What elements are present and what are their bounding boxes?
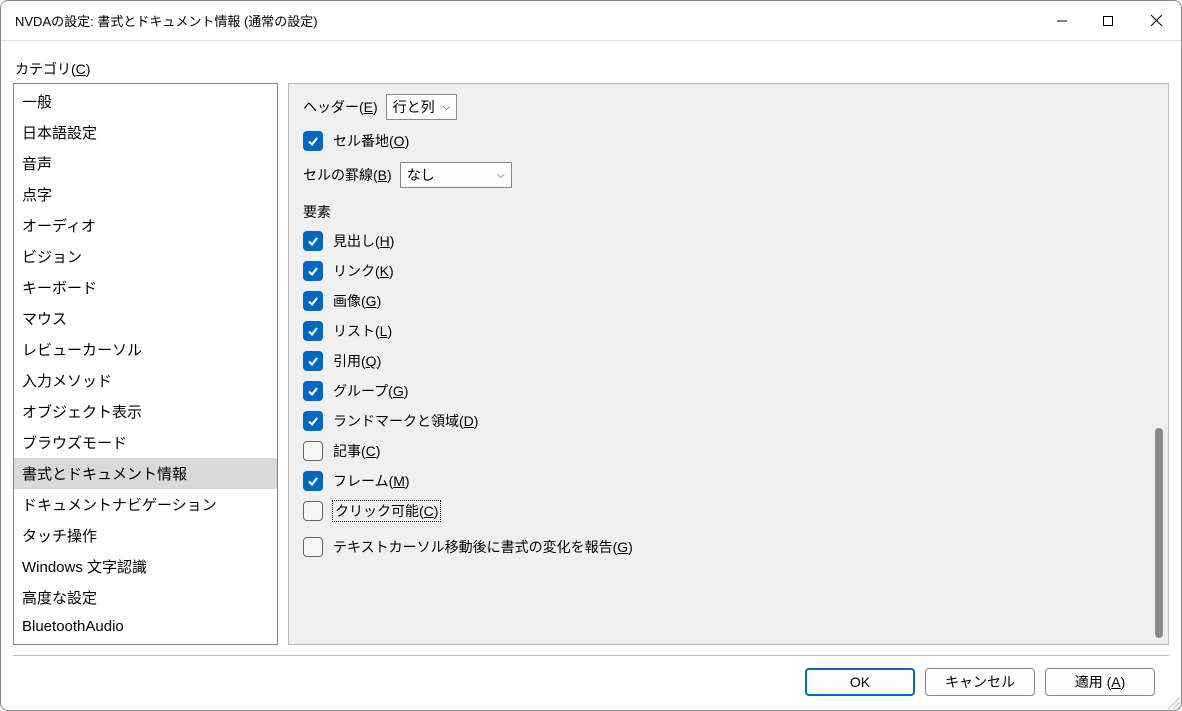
header-label: ヘッダー(E) (303, 97, 378, 117)
link-checkbox[interactable]: リンク(K) (303, 256, 1136, 286)
checkbox-label: リスト(L) (333, 321, 392, 341)
sidebar-item[interactable]: タッチ操作 (14, 520, 277, 551)
sidebar-item[interactable]: オブジェクト表示 (14, 396, 277, 427)
header-row: ヘッダー(E) 行と列 ⌵ (303, 94, 1136, 120)
elements-group-label: 要素 (303, 202, 1136, 222)
cell-coord-checkbox[interactable]: セル番地(O) (303, 126, 1136, 156)
checkbox-label: 記事(C) (333, 441, 380, 461)
checkbox-icon (303, 351, 323, 371)
sidebar-item[interactable]: 高度な設定 (14, 582, 277, 613)
apply-button[interactable]: 適用 (A) (1045, 668, 1155, 696)
checkbox-icon (303, 381, 323, 401)
sidebar-item[interactable]: ドキュメントナビゲーション (14, 489, 277, 520)
checkbox-label: 引用(Q) (333, 351, 381, 371)
checkbox-icon (303, 501, 323, 521)
checkbox-label: リンク(K) (333, 261, 394, 281)
group-checkbox[interactable]: グループ(G) (303, 376, 1136, 406)
checkbox-icon (303, 537, 323, 557)
checkbox-icon (303, 471, 323, 491)
checkbox-icon (303, 321, 323, 341)
checkbox-label: セル番地(O) (333, 131, 409, 151)
clickable-checkbox[interactable]: クリック可能(C) (303, 496, 1136, 526)
window-title: NVDAの設定: 書式とドキュメント情報 (通常の設定) (15, 11, 1039, 30)
settings-panel: ヘッダー(E) 行と列 ⌵ セル番地(O) セルの罫線(B) なし ⌵ 要素 見… (288, 83, 1169, 645)
report-after-cursor-checkbox[interactable]: テキストカーソル移動後に書式の変化を報告(G) (303, 532, 1136, 562)
checkbox-label: 見出し(H) (333, 231, 394, 251)
sidebar-item[interactable]: BluetoothAudio (14, 613, 277, 640)
scrollbar-thumb[interactable] (1155, 428, 1163, 638)
checkbox-icon (303, 131, 323, 151)
cell-border-label: セルの罫線(B) (303, 165, 392, 185)
checkbox-label: グループ(G) (333, 381, 408, 401)
sidebar-item[interactable]: ビジョン (14, 241, 277, 272)
checkbox-label: クリック可能(C) (333, 501, 440, 521)
sidebar-item[interactable]: オーディオ (14, 210, 277, 241)
checkbox-icon (303, 411, 323, 431)
sidebar-item[interactable]: レビューカーソル (14, 334, 277, 365)
sidebar-item[interactable]: キーボード (14, 272, 277, 303)
checkbox-label: テキストカーソル移動後に書式の変化を報告(G) (333, 537, 633, 557)
sidebar-item[interactable]: マウス (14, 303, 277, 334)
sidebar-item[interactable]: 一般 (14, 86, 277, 117)
list-checkbox[interactable]: リスト(L) (303, 316, 1136, 346)
chevron-down-icon: ⌵ (497, 170, 505, 181)
resize-grip-icon[interactable] (1166, 695, 1180, 709)
sidebar-item[interactable]: 日本語設定 (14, 117, 277, 148)
close-button[interactable] (1131, 2, 1181, 40)
landmark-checkbox[interactable]: ランドマークと領域(D) (303, 406, 1136, 436)
heading-checkbox[interactable]: 見出し(H) (303, 226, 1136, 256)
checkbox-icon (303, 231, 323, 251)
header-combo[interactable]: 行と列 ⌵ (386, 94, 458, 120)
checkbox-label: フレーム(M) (333, 471, 410, 491)
maximize-button[interactable] (1085, 2, 1131, 40)
sidebar-item[interactable]: ブラウズモード (14, 427, 277, 458)
ok-button[interactable]: OK (805, 668, 915, 696)
minimize-button[interactable] (1039, 2, 1085, 40)
sidebar-item[interactable]: Windows 文字認識 (14, 551, 277, 582)
dialog-content: カテゴリ(C) 一般日本語設定音声点字オーディオビジョンキーボードマウスレビュー… (1, 41, 1181, 710)
cell-border-row: セルの罫線(B) なし ⌵ (303, 162, 1136, 188)
checkbox-icon (303, 261, 323, 281)
sidebar-item[interactable]: 音声 (14, 148, 277, 179)
checkbox-label: ランドマークと領域(D) (333, 411, 478, 431)
image-checkbox[interactable]: 画像(G) (303, 286, 1136, 316)
checkbox-icon (303, 291, 323, 311)
cancel-button[interactable]: キャンセル (925, 668, 1035, 696)
sidebar-item[interactable]: 入力メソッド (14, 365, 277, 396)
categories-list[interactable]: 一般日本語設定音声点字オーディオビジョンキーボードマウスレビューカーソル入力メソ… (13, 83, 278, 645)
categories-label: カテゴリ(C) (15, 59, 1169, 79)
quote-checkbox[interactable]: 引用(Q) (303, 346, 1136, 376)
chevron-down-icon: ⌵ (443, 102, 451, 113)
article-checkbox[interactable]: 記事(C) (303, 436, 1136, 466)
dialog-footer: OK キャンセル 適用 (A) (13, 656, 1169, 710)
frame-checkbox[interactable]: フレーム(M) (303, 466, 1136, 496)
sidebar-item[interactable]: 点字 (14, 179, 277, 210)
titlebar: NVDAの設定: 書式とドキュメント情報 (通常の設定) (1, 1, 1181, 41)
checkbox-icon (303, 441, 323, 461)
scrollbar[interactable] (1150, 84, 1168, 644)
cell-border-combo[interactable]: なし ⌵ (400, 162, 512, 188)
sidebar-item[interactable]: 書式とドキュメント情報 (14, 458, 277, 489)
checkbox-label: 画像(G) (333, 291, 381, 311)
